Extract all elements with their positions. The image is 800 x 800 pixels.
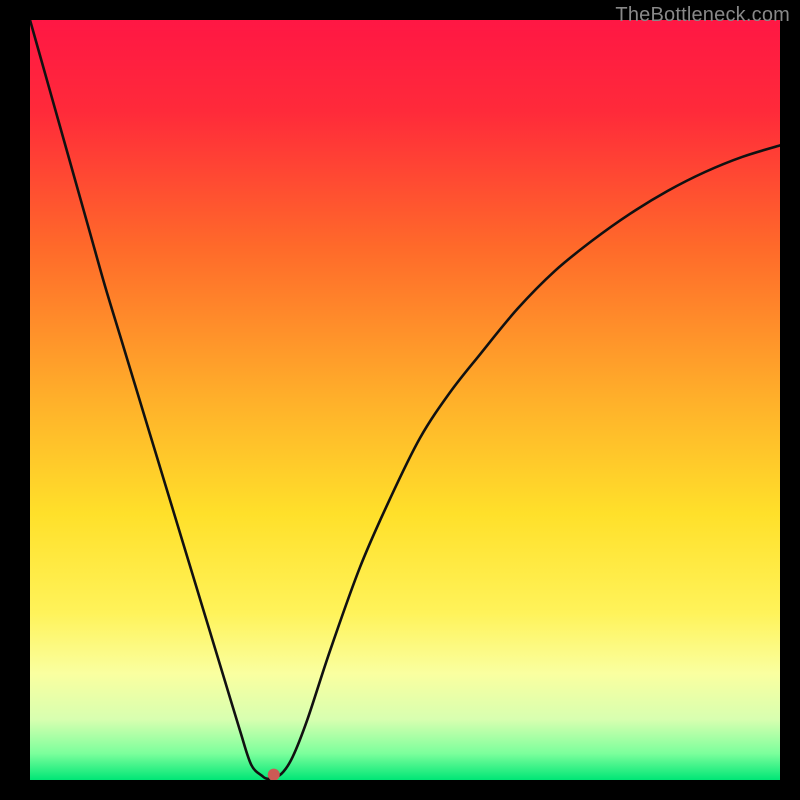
gradient-background bbox=[30, 20, 780, 780]
chart-svg bbox=[30, 20, 780, 780]
chart-frame: TheBottleneck.com bbox=[0, 0, 800, 800]
plot-area bbox=[30, 20, 780, 780]
watermark-text: TheBottleneck.com bbox=[615, 4, 790, 27]
